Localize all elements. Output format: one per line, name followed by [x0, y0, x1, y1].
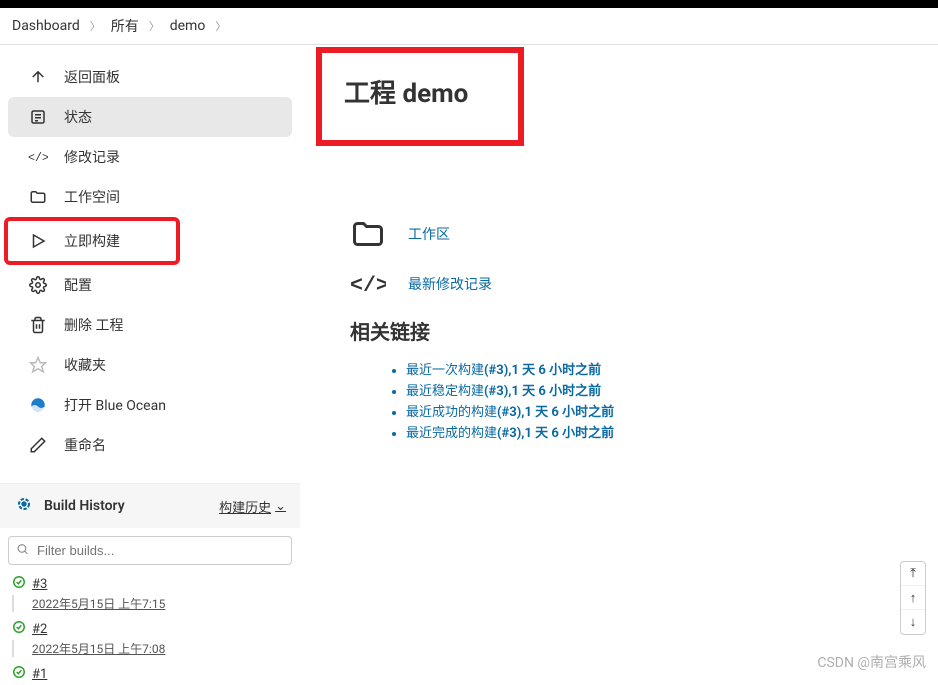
success-icon — [12, 575, 26, 593]
folder-icon — [350, 216, 386, 252]
breadcrumb-dashboard[interactable]: Dashboard — [12, 18, 80, 34]
build-history-trend-link[interactable]: 构建历史 ⌄ — [219, 497, 286, 516]
sidebar-item-label: 收藏夹 — [64, 355, 106, 375]
success-icon — [12, 620, 26, 638]
sidebar-item-label: 打开 Blue Ocean — [64, 395, 166, 415]
build-number[interactable]: #2 — [32, 622, 47, 637]
quick-link-label: 工作区 — [408, 224, 450, 244]
sidebar-item-delete[interactable]: 删除 工程 — [8, 305, 292, 345]
scroll-down-button[interactable]: ↓ — [901, 610, 925, 634]
related-link-complete-build[interactable]: 最近完成的构建(#3),1 天 6 小时之前 — [406, 422, 938, 441]
svg-text:</>: </> — [28, 151, 48, 165]
build-row[interactable]: #1 — [8, 663, 292, 685]
changes-icon: </> — [28, 147, 48, 167]
top-bar — [0, 0, 938, 8]
sidebar-item-label: 重命名 — [64, 435, 106, 455]
success-icon — [12, 665, 26, 683]
sidebar-item-favorite[interactable]: 收藏夹 — [8, 345, 292, 385]
filter-box — [8, 536, 292, 565]
status-icon — [28, 107, 48, 127]
sidebar-item-label: 工作空间 — [64, 187, 120, 207]
page-title: 工程 demo — [344, 73, 468, 110]
sidebar: 返回面板 状态 </> 修改记录 工作空间 立即构建 — [0, 45, 300, 685]
sidebar-item-label: 删除 工程 — [64, 315, 123, 335]
scroll-up-button[interactable]: ↑ — [901, 586, 925, 610]
sidebar-item-label: 修改记录 — [64, 147, 120, 167]
sidebar-item-label: 立即构建 — [64, 231, 120, 251]
sidebar-item-label: 配置 — [64, 275, 92, 295]
build-history-link-label: 构建历史 — [219, 497, 271, 516]
quick-link-changes[interactable]: </> 最新修改记录 — [350, 266, 938, 302]
build-date[interactable]: 2022年5月15日 上午7:15 — [12, 595, 292, 612]
changes-icon: </> — [350, 266, 386, 302]
sidebar-item-workspace[interactable]: 工作空间 — [8, 177, 292, 217]
chevron-right-icon: 〉 — [90, 18, 101, 34]
scroll-top-button[interactable]: ⤒ — [901, 562, 925, 586]
build-number[interactable]: #1 — [32, 667, 47, 682]
watermark: CSDN @南宫乘风 — [817, 652, 926, 672]
breadcrumb: Dashboard 〉 所有 〉 demo 〉 — [0, 8, 938, 45]
build-row[interactable]: #2 — [8, 618, 292, 640]
breadcrumb-demo[interactable]: demo — [170, 18, 206, 34]
related-link-last-build[interactable]: 最近一次构建(#3),1 天 6 小时之前 — [406, 359, 938, 378]
search-icon — [16, 542, 29, 559]
main-layout: 返回面板 状态 </> 修改记录 工作空间 立即构建 — [0, 45, 938, 685]
chevron-down-icon: ⌄ — [275, 499, 286, 514]
chevron-right-icon: 〉 — [215, 18, 226, 34]
arrow-up-icon — [28, 67, 48, 87]
svg-text:</>: </> — [350, 274, 386, 298]
quick-link-label: 最新修改记录 — [408, 274, 492, 294]
related-link-stable-build[interactable]: 最近稳定构建(#3),1 天 6 小时之前 — [406, 380, 938, 399]
related-links-title: 相关链接 — [350, 316, 938, 345]
sidebar-item-configure[interactable]: 配置 — [8, 265, 292, 305]
gear-icon — [28, 275, 48, 295]
star-icon — [28, 355, 48, 375]
filter-builds-input[interactable] — [8, 536, 292, 565]
edit-icon — [28, 435, 48, 455]
related-links-list: 最近一次构建(#3),1 天 6 小时之前 最近稳定构建(#3),1 天 6 小… — [350, 359, 938, 441]
related-link-success-build[interactable]: 最近成功的构建(#3),1 天 6 小时之前 — [406, 401, 938, 420]
sidebar-item-label: 返回面板 — [64, 67, 120, 87]
breadcrumb-all[interactable]: 所有 — [111, 16, 139, 36]
build-history-title: Build History — [44, 498, 125, 514]
chevron-right-icon: 〉 — [149, 18, 160, 34]
build-list: #3 2022年5月15日 上午7:15 #2 2022年5月15日 上午7:0… — [0, 573, 300, 685]
build-number[interactable]: #3 — [32, 577, 47, 592]
blueocean-icon — [28, 395, 48, 415]
history-icon — [14, 494, 34, 518]
sidebar-item-status[interactable]: 状态 — [8, 97, 292, 137]
build-history-header: Build History 构建历史 ⌄ — [0, 483, 300, 528]
folder-icon — [28, 187, 48, 207]
play-icon — [28, 231, 48, 251]
sidebar-item-build-now[interactable]: 立即构建 — [4, 217, 180, 265]
build-date[interactable]: 2022年5月15日 上午7:08 — [12, 640, 292, 657]
quick-link-workspace[interactable]: 工作区 — [350, 216, 938, 252]
sidebar-item-blueocean[interactable]: 打开 Blue Ocean — [8, 385, 292, 425]
sidebar-item-back[interactable]: 返回面板 — [8, 57, 292, 97]
quick-links: 工作区 </> 最新修改记录 相关链接 最近一次构建(#3),1 天 6 小时之… — [320, 216, 938, 441]
title-highlight-box: 工程 demo — [316, 47, 524, 146]
build-row[interactable]: #3 — [8, 573, 292, 595]
scroll-widget: ⤒ ↑ ↓ — [900, 561, 926, 635]
sidebar-item-rename[interactable]: 重命名 — [8, 425, 292, 465]
sidebar-item-label: 状态 — [64, 107, 92, 127]
sidebar-item-changes[interactable]: </> 修改记录 — [8, 137, 292, 177]
content-area: 工程 demo 工作区 </> 最新修改记录 相关链接 最近一次构建(#3),1… — [300, 45, 938, 685]
trash-icon — [28, 315, 48, 335]
